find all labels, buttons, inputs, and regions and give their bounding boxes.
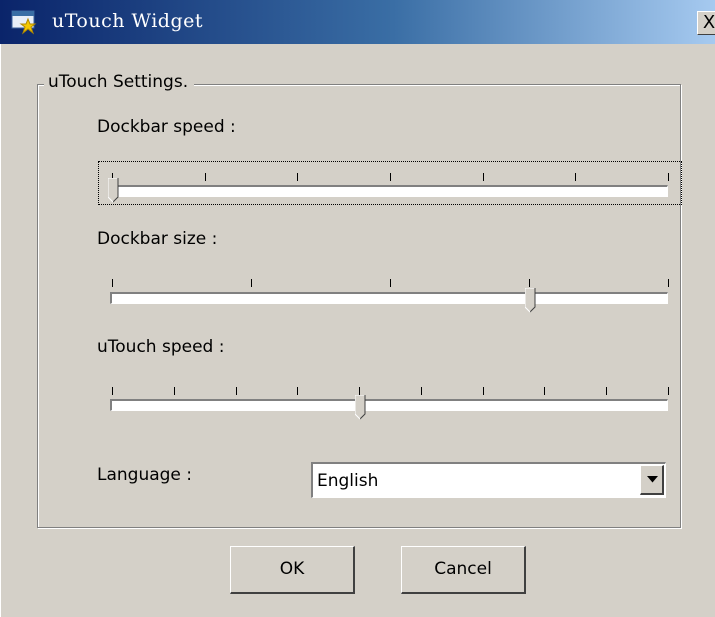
slider-tick <box>668 279 669 287</box>
slider-tick <box>529 279 530 287</box>
window-title: uTouch Widget <box>52 10 204 32</box>
slider-tick <box>297 173 298 181</box>
slider-tick <box>668 387 669 395</box>
slider-tick <box>668 173 669 181</box>
dockbar-speed-focus-rect <box>98 161 682 205</box>
title-bar[interactable]: uTouch Widget <box>0 0 715 44</box>
slider-track[interactable] <box>110 185 668 197</box>
dockbar-size-label: Dockbar size : <box>97 229 218 249</box>
slider-tick <box>544 387 545 395</box>
slider-tick <box>251 279 252 287</box>
slider-tick <box>236 387 237 395</box>
close-button[interactable]: X <box>697 11 715 35</box>
language-select[interactable]: English <box>311 462 666 498</box>
dropdown-arrow-icon <box>647 476 658 483</box>
utouch-speed-label: uTouch speed : <box>97 337 225 357</box>
slider-tick <box>359 387 360 395</box>
ok-button[interactable]: OK <box>230 546 355 594</box>
language-label: Language : <box>97 465 193 485</box>
slider-track[interactable] <box>110 399 668 411</box>
slider-thumb[interactable] <box>354 394 366 420</box>
close-icon: X <box>702 12 715 33</box>
slider-tick <box>112 279 113 287</box>
slider-tick <box>421 387 422 395</box>
slider-thumb[interactable] <box>107 177 119 203</box>
slider-tick <box>575 173 576 181</box>
slider-tick <box>606 387 607 395</box>
slider-tick <box>174 387 175 395</box>
groupbox-legend: uTouch Settings. <box>44 72 195 92</box>
slider-tick <box>297 387 298 395</box>
slider-tick <box>112 387 113 395</box>
slider-tick <box>390 279 391 287</box>
slider-tick <box>483 173 484 181</box>
window-frame <box>0 44 5 617</box>
slider-thumb[interactable] <box>524 287 536 313</box>
slider-track[interactable] <box>110 292 668 304</box>
cancel-button[interactable]: Cancel <box>401 546 526 594</box>
slider-tick <box>205 173 206 181</box>
language-selected-value: English <box>317 471 379 491</box>
slider-tick <box>483 387 484 395</box>
dockbar-speed-label: Dockbar speed : <box>97 117 236 137</box>
language-dropdown-button[interactable] <box>640 465 664 495</box>
slider-tick <box>390 173 391 181</box>
window-star-icon <box>10 7 38 35</box>
